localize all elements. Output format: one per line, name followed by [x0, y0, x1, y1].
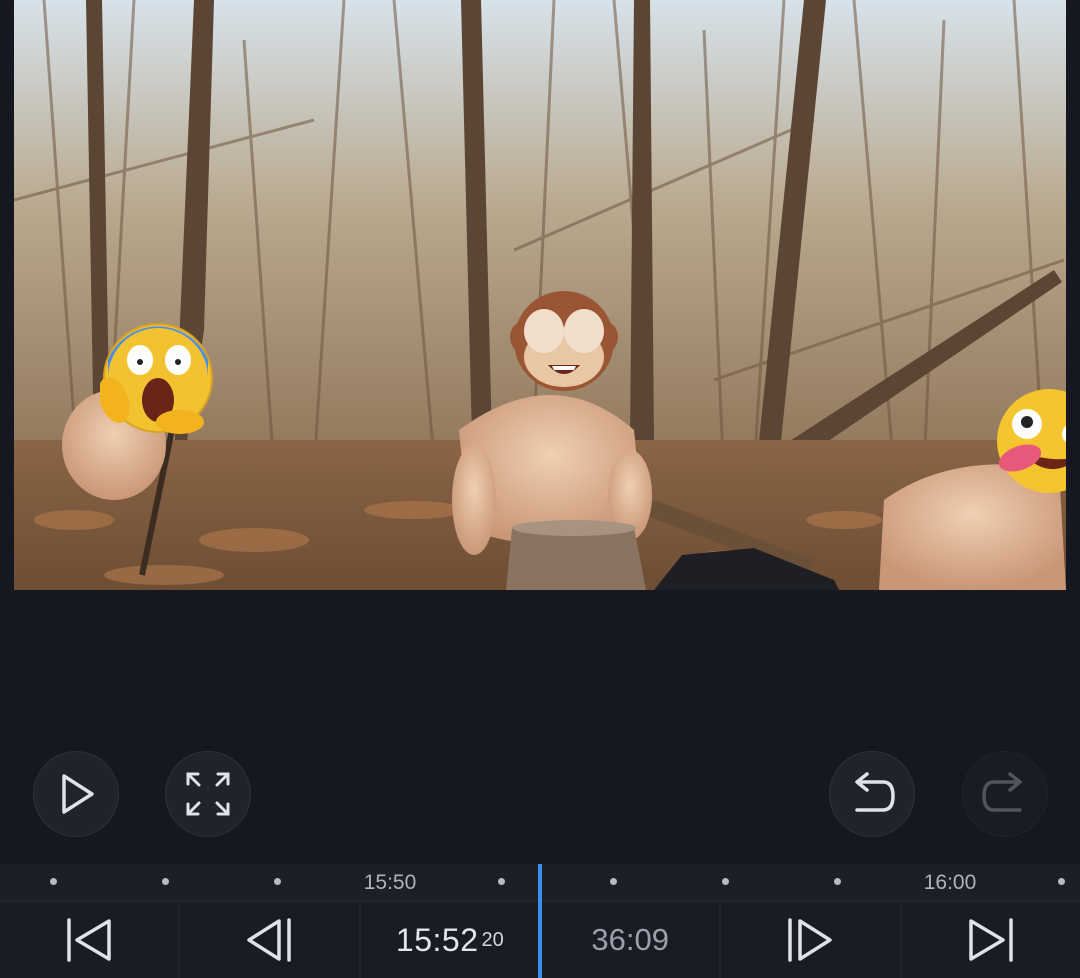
previous-frame-button[interactable] — [180, 900, 361, 978]
next-frame-button[interactable] — [721, 900, 902, 978]
face-screaming-in-fear-emoji — [100, 320, 216, 436]
total-duration: 36:09 — [591, 922, 669, 957]
current-time: 15:52 — [395, 921, 479, 958]
undo-icon — [855, 772, 895, 812]
ruler-tick — [274, 878, 281, 885]
current-frames: 20 — [481, 928, 504, 951]
ruler-label-1550: 15:50 — [363, 871, 417, 894]
skip-to-start-icon — [67, 918, 111, 962]
ruler-tick — [834, 878, 841, 885]
ruler-tick — [50, 878, 57, 885]
ruler-tick — [498, 878, 505, 885]
step-back-icon — [247, 918, 292, 962]
undo-button[interactable] — [829, 751, 915, 837]
ruler-label-1600: 16:00 — [923, 871, 977, 894]
video-preview[interactable] — [14, 0, 1066, 590]
expand-icon — [186, 772, 230, 816]
ruler-tick — [1058, 878, 1065, 885]
see-no-evil-monkey-emoji — [510, 287, 618, 395]
ruler-tick — [722, 878, 729, 885]
zany-face-emoji — [994, 386, 1066, 496]
play-button[interactable] — [33, 751, 119, 837]
playhead[interactable] — [538, 864, 542, 978]
current-time-display: 15:52 20 — [360, 900, 541, 978]
ruler-tick — [162, 878, 169, 885]
redo-icon — [982, 772, 1022, 812]
jump-to-start-button[interactable] — [0, 900, 181, 978]
fullscreen-button[interactable] — [165, 751, 251, 837]
redo-button[interactable] — [962, 751, 1048, 837]
duration-display: 36:09 — [540, 900, 722, 978]
jump-to-end-button[interactable] — [901, 900, 1080, 978]
ruler-tick — [610, 878, 617, 885]
play-icon — [62, 774, 94, 814]
step-forward-icon — [788, 918, 833, 962]
skip-to-end-icon — [969, 918, 1013, 962]
